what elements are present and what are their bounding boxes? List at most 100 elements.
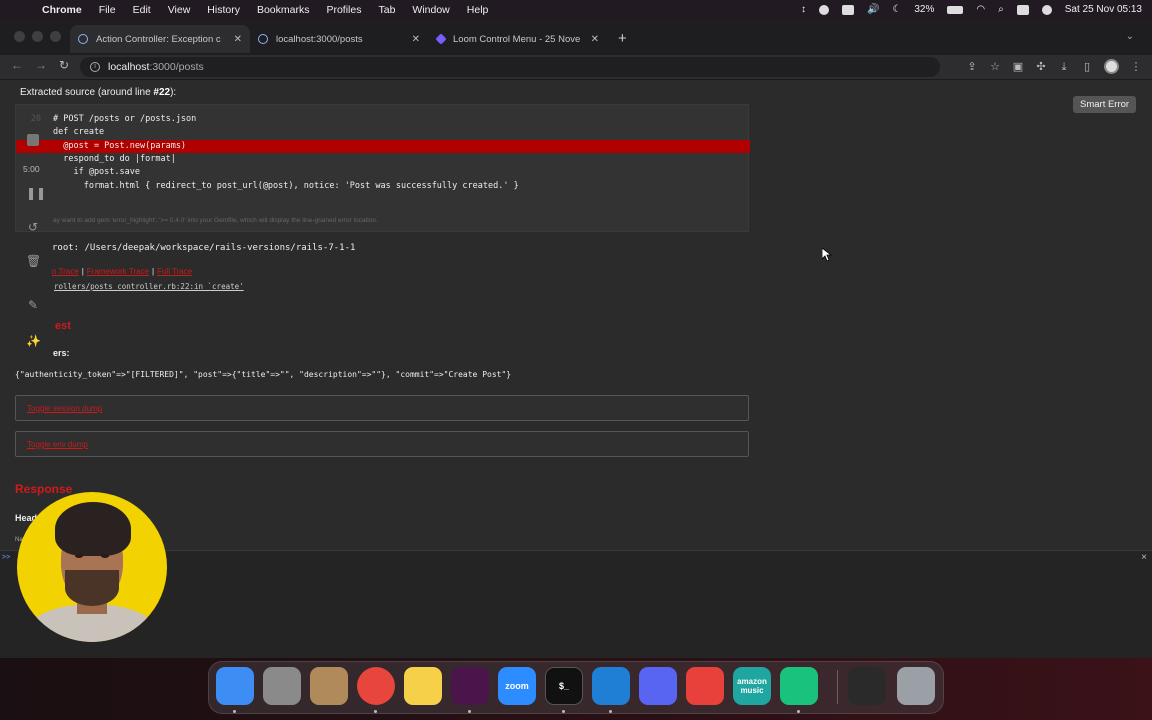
console-prompt[interactable]: >> — [2, 554, 10, 561]
tab-action-controller[interactable]: Action Controller: Exception c ✕ — [70, 25, 250, 53]
control-center-icon[interactable] — [1016, 4, 1029, 15]
trash-icon[interactable] — [897, 667, 935, 705]
share-icon[interactable]: ⇪ — [966, 61, 978, 73]
extensions-puzzle-icon[interactable]: ✣ — [1035, 61, 1047, 73]
trash-icon[interactable]: 🗑 — [26, 254, 41, 268]
finder-icon[interactable] — [216, 667, 254, 705]
battery-icon[interactable] — [947, 5, 964, 14]
menu-history[interactable]: History — [207, 4, 240, 16]
browser-toolbar: ← → ↻ i localhost:3000/posts ⇪ ☆ ▣ ✣ ⤓ ▯… — [0, 55, 1152, 79]
site-info-icon[interactable]: i — [90, 62, 100, 72]
tab-loom-control[interactable]: Loom Control Menu - 25 Nove ✕ — [429, 25, 607, 53]
code-text: @post = Post.new(params) — [53, 141, 187, 151]
more-menu-icon[interactable]: ⋮ — [1130, 61, 1142, 73]
tab-localhost-posts[interactable]: localhost:3000/posts ✕ — [250, 25, 428, 53]
code-line: def create — [16, 126, 750, 139]
back-arrow-icon[interactable]: ← — [11, 58, 23, 72]
macos-dock: zoom $_ amazon music — [208, 661, 944, 714]
siri-icon[interactable] — [1041, 4, 1052, 15]
chrome-icon[interactable] — [357, 667, 395, 705]
page-viewport: Extracted source (around line #22): 20 # … — [0, 80, 1152, 550]
pause-icon[interactable]: ❚❚ — [26, 186, 46, 200]
forward-arrow-icon[interactable]: → — [35, 58, 47, 72]
loom-webcam-bubble[interactable] — [17, 492, 167, 642]
address-bar[interactable]: i localhost:3000/posts — [80, 57, 940, 77]
volume-icon[interactable]: 🔊 — [867, 4, 879, 15]
moon-icon[interactable]: ☾ — [892, 4, 901, 15]
bookmark-star-icon[interactable]: ☆ — [989, 61, 1001, 73]
screen-record-icon[interactable] — [841, 4, 854, 15]
running-indicator — [468, 710, 471, 713]
menubar-clock[interactable]: Sat 25 Nov 05:13 — [1065, 4, 1142, 15]
restart-icon[interactable]: ↺ — [26, 220, 40, 234]
menubar-status-area: ↕ 🔊 ☾ 32% ◠ ⌕ Sat 25 Nov 05:13 — [801, 0, 1142, 19]
zoom-window-button[interactable] — [50, 31, 61, 42]
menu-help[interactable]: Help — [467, 4, 489, 16]
profile-avatar[interactable] — [1104, 59, 1119, 74]
recording-timer: 5:00 — [23, 164, 40, 174]
url-domain: localhost — [108, 61, 150, 73]
request-heading: est — [55, 320, 71, 332]
notes-icon[interactable] — [404, 667, 442, 705]
trace-line-link[interactable]: rollers/posts_controller.rb:22:in `creat… — [54, 282, 244, 291]
menu-bookmarks[interactable]: Bookmarks — [257, 4, 310, 16]
slack-icon[interactable] — [451, 667, 489, 705]
running-indicator — [233, 710, 236, 713]
menu-file[interactable]: File — [99, 4, 116, 16]
launchpad-icon[interactable] — [263, 667, 301, 705]
extracted-source-title: Extracted source (around line #22): — [20, 87, 176, 98]
smart-error-button[interactable]: Smart Error — [1073, 96, 1137, 113]
menu-app-name[interactable]: Chrome — [42, 4, 82, 16]
close-icon[interactable]: × — [1141, 552, 1147, 563]
code-text: # POST /posts or /posts.json — [53, 114, 197, 124]
download-icon[interactable]: ⤓ — [1058, 61, 1070, 73]
loom-extension-icon[interactable]: ▣ — [1012, 61, 1024, 73]
tab-label: Action Controller: Exception c — [96, 33, 221, 45]
tab-search-chevron-icon[interactable]: ⌄ — [1126, 31, 1134, 42]
terminal-icon[interactable]: $_ — [545, 667, 583, 705]
effects-sparkle-icon[interactable]: ✨ — [26, 334, 41, 348]
webcam-person-eye — [75, 554, 83, 558]
close-icon[interactable]: ✕ — [234, 34, 242, 45]
minimize-window-button[interactable] — [32, 31, 43, 42]
menu-profiles[interactable]: Profiles — [326, 4, 361, 16]
loom-icon — [435, 33, 447, 45]
application-trace-link[interactable]: n Trace — [52, 267, 79, 276]
parameters-value: {"authenticity_token"=>"[FILTERED]", "po… — [15, 370, 512, 379]
chatgpt-icon[interactable] — [780, 667, 818, 705]
framework-trace-link[interactable]: Framework Trace — [87, 267, 149, 276]
zoom-icon[interactable]: zoom — [498, 667, 536, 705]
full-trace-link[interactable]: Full Trace — [157, 267, 192, 276]
close-icon[interactable]: ✕ — [412, 34, 420, 45]
trace-links: n Trace | Framework Trace | Full Trace — [52, 267, 192, 276]
chrome-apps-folder-icon[interactable] — [848, 667, 886, 705]
sort-arrows-icon[interactable]: ↕ — [801, 4, 806, 15]
menu-tab[interactable]: Tab — [378, 4, 395, 16]
stop-recording-icon[interactable] — [27, 134, 39, 146]
search-icon[interactable]: ⌕ — [998, 4, 1004, 15]
close-icon[interactable]: ✕ — [591, 34, 599, 45]
toggle-env-dump-link[interactable]: Toggle env dump — [27, 440, 88, 449]
settings-gear-icon[interactable] — [818, 4, 829, 15]
webcam-person-beard — [65, 570, 119, 606]
fantastical-icon[interactable] — [686, 667, 724, 705]
code-line-highlighted: @post = Post.new(params) — [16, 140, 750, 153]
close-window-button[interactable] — [14, 31, 25, 42]
wifi-icon[interactable]: ◠ — [976, 4, 985, 15]
amazon-music-icon[interactable]: amazon music — [733, 667, 771, 705]
menu-window[interactable]: Window — [412, 4, 449, 16]
code-text: format.html { redirect_to post_url(@post… — [53, 181, 519, 191]
toggle-session-dump-link[interactable]: Toggle session dump — [27, 404, 102, 413]
globe-icon — [78, 34, 88, 44]
menu-edit[interactable]: Edit — [133, 4, 151, 16]
side-panel-icon[interactable]: ▯ — [1081, 61, 1093, 73]
code-text: def create — [53, 127, 105, 137]
menu-view[interactable]: View — [168, 4, 191, 16]
discord-icon[interactable] — [639, 667, 677, 705]
reload-icon[interactable]: ↻ — [59, 58, 69, 72]
tab-label: Loom Control Menu - 25 Nove — [453, 33, 581, 45]
draw-pencil-icon[interactable]: ✎ — [26, 298, 40, 312]
vscode-icon[interactable] — [592, 667, 630, 705]
contacts-icon[interactable] — [310, 667, 348, 705]
new-tab-plus-icon[interactable]: + — [618, 30, 627, 47]
